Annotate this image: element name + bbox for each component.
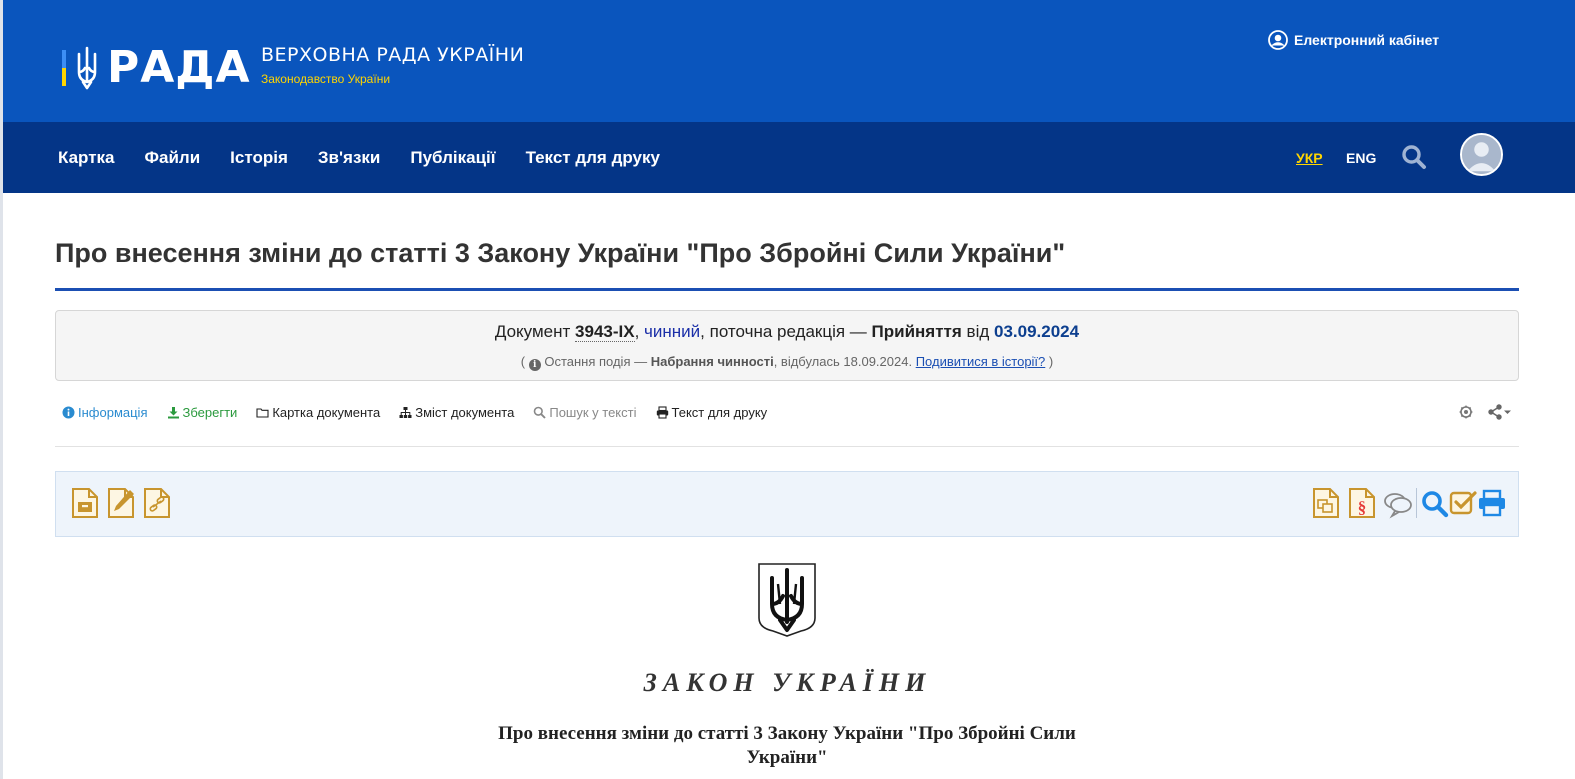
archive-doc-icon[interactable] <box>70 486 100 520</box>
title-divider <box>55 288 1519 291</box>
coat-of-arms-icon <box>758 563 816 637</box>
folder-icon <box>256 407 269 418</box>
info-icon: i <box>528 359 541 371</box>
avatar-icon[interactable] <box>1460 133 1503 176</box>
flag-bar <box>62 50 66 86</box>
document-action-panel <box>55 471 1519 537</box>
settings-icon[interactable] <box>1458 402 1474 422</box>
toolbar-info-button[interactable]: Інформація <box>62 405 148 420</box>
comments-icon[interactable] <box>1383 486 1413 520</box>
history-link[interactable]: Подивитися в історії? <box>916 354 1046 369</box>
brand-title: ВЕРХОВНА РАДА УКРАЇНИ <box>261 44 525 66</box>
check-icon[interactable] <box>1448 486 1478 520</box>
nav-item-print-text[interactable]: Текст для друку <box>526 148 660 168</box>
trident-icon <box>77 46 97 90</box>
e-cabinet-link[interactable]: Електронний кабінет <box>1268 30 1439 50</box>
site-header: РАДА ВЕРХОВНА РАДА УКРАЇНИ Законодавство… <box>0 0 1575 122</box>
compare-doc-icon[interactable] <box>1311 486 1341 520</box>
nav-item-history[interactable]: Історія <box>230 148 288 168</box>
last-event-line: ( i Остання подія — Набрання чинності, в… <box>520 354 1054 371</box>
e-cabinet-label: Електронний кабінет <box>1294 32 1440 48</box>
brand-subtitle: Законодавство України <box>261 72 391 86</box>
toolbar-divider <box>55 446 1519 447</box>
user-circle-icon <box>1268 30 1288 50</box>
event-name: Набрання чинності <box>650 354 774 369</box>
lang-ukr-link[interactable]: УКР <box>1296 150 1323 166</box>
paragraph-doc-icon[interactable]: § <box>1347 486 1377 520</box>
window-edge <box>0 0 3 779</box>
nav-item-relations[interactable]: Зв'язки <box>318 148 380 168</box>
info-icon <box>62 406 75 418</box>
law-heading: ЗАКОН УКРАЇНИ <box>643 668 932 697</box>
svg-text:§: § <box>1358 498 1367 517</box>
document-toolbar: Інформація Зберегти Картка документа Змі… <box>62 402 786 422</box>
nav-item-files[interactable]: Файли <box>145 148 201 168</box>
event-date: 18.09.2024. <box>843 354 913 369</box>
lang-eng-link[interactable]: ENG <box>1346 150 1376 166</box>
toolbar-contents-button[interactable]: Зміст документа <box>399 405 514 420</box>
toolbar-save-button[interactable]: Зберегти <box>167 405 237 420</box>
print-icon[interactable] <box>1477 486 1507 520</box>
brand-logo[interactable]: РАДА <box>62 44 251 92</box>
share-icon[interactable] <box>1487 402 1513 422</box>
search-icon[interactable] <box>1401 144 1427 170</box>
toolbar-print-button[interactable]: Текст для друку <box>656 405 767 420</box>
edit-doc-icon[interactable] <box>106 486 136 520</box>
status-line: Документ 3943-IX, чинний, поточна редакц… <box>494 322 1080 342</box>
search-icon[interactable] <box>1420 486 1450 520</box>
nav-item-publications[interactable]: Публікації <box>410 148 495 168</box>
toolbar-search-button[interactable]: Пошук у тексті <box>533 405 637 420</box>
download-icon <box>167 406 179 418</box>
sitemap-icon <box>399 406 412 418</box>
page-title: Про внесення зміни до статті 3 Закону Ук… <box>55 238 1066 268</box>
main-nav: Картка Файли Історія Зв'язки Публікації … <box>0 122 1575 193</box>
document-state: чинний <box>644 322 701 341</box>
panel-separator <box>1416 488 1417 518</box>
brand-subtitle-block[interactable]: ВЕРХОВНА РАДА УКРАЇНИ Законодавство Укра… <box>261 44 524 86</box>
adopted-label: Прийняття <box>871 322 962 341</box>
document-status-box: Документ 3943-IX, чинний, поточна редакц… <box>55 310 1519 381</box>
document-number[interactable]: 3943-IX <box>575 322 635 342</box>
adopted-date: 03.09.2024 <box>994 322 1080 341</box>
link-doc-icon[interactable] <box>142 486 172 520</box>
nav-item-card[interactable]: Картка <box>58 148 115 168</box>
print-icon <box>656 405 668 419</box>
search-icon <box>534 406 547 419</box>
brand-name: РАДА <box>107 42 251 93</box>
toolbar-card-button[interactable]: Картка документа <box>256 405 380 420</box>
law-subtitle: Про внесення зміни до статті 3 Закону Ук… <box>498 723 1076 768</box>
